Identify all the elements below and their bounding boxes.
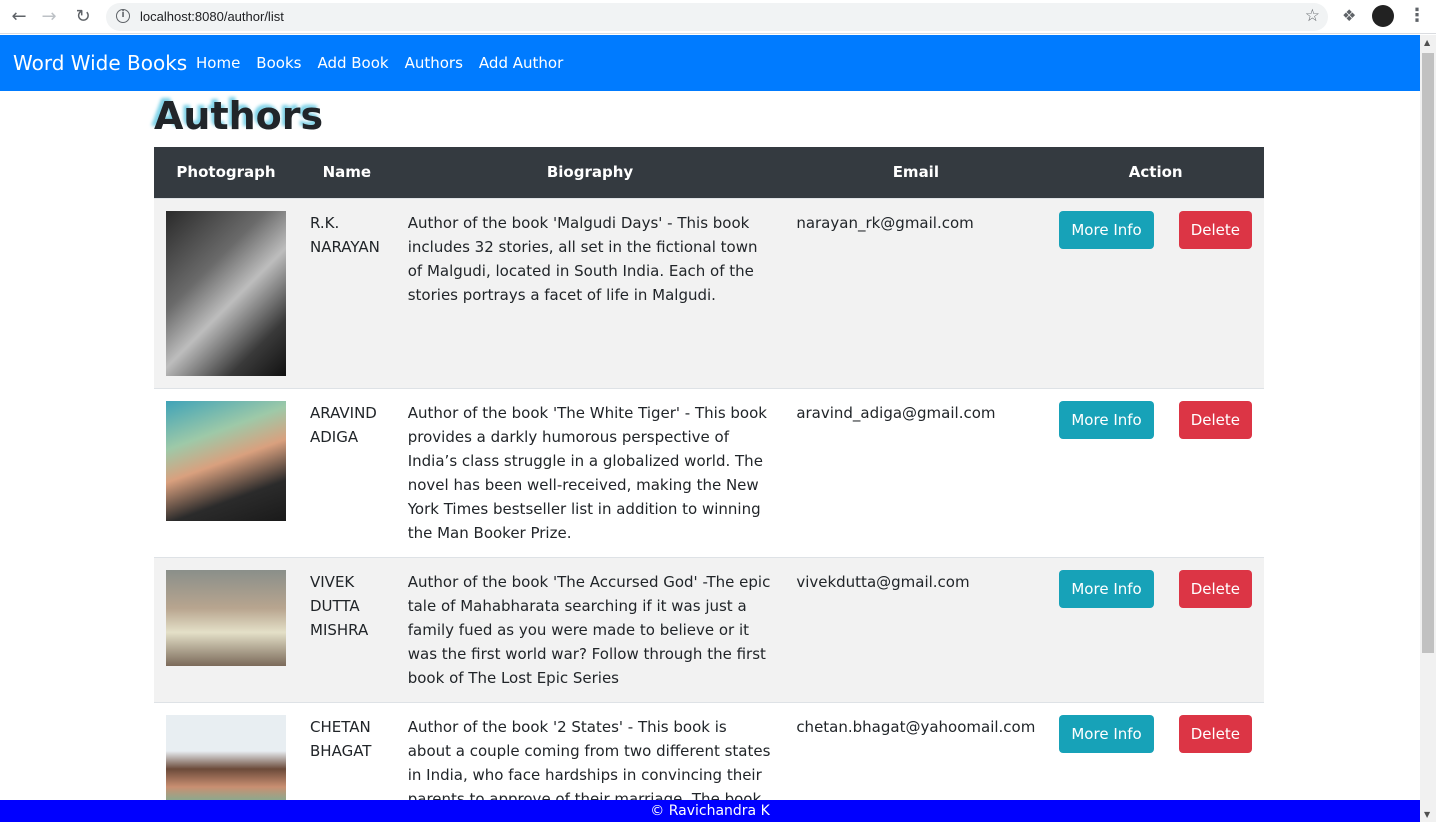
navbar-links: Home Books Add Book Authors Add Author bbox=[196, 54, 579, 72]
nav-link-add-book[interactable]: Add Book bbox=[317, 54, 388, 72]
author-email: narayan_rk@gmail.com bbox=[784, 197, 1048, 388]
more-info-button[interactable]: More Info bbox=[1059, 400, 1154, 439]
header-name: Name bbox=[298, 147, 396, 198]
action-cell: More Info Delete bbox=[1047, 387, 1264, 557]
forward-arrow-icon[interactable]: → bbox=[38, 6, 60, 28]
author-name: R.K. NARAYAN bbox=[298, 197, 396, 388]
author-email: chetan.bhagat@yahoomail.com bbox=[784, 701, 1048, 800]
more-info-button[interactable]: More Info bbox=[1059, 714, 1154, 753]
table-row: VIVEK DUTTA MISHRA Author of the book 'T… bbox=[154, 556, 1264, 702]
address-url[interactable]: localhost:8080/author/list bbox=[140, 9, 284, 24]
author-name: ARAVIND ADIGA bbox=[298, 387, 396, 557]
browser-toolbar: ← → ↻ i localhost:8080/author/list ☆ ❖ ⋮ bbox=[0, 0, 1436, 34]
delete-button[interactable]: Delete bbox=[1178, 400, 1252, 439]
table-row: ARAVIND ADIGA Author of the book 'The Wh… bbox=[154, 387, 1264, 557]
table-row: CHETAN BHAGAT Author of the book '2 Stat… bbox=[154, 701, 1264, 800]
table-header-row: Photograph Name Biography Email Action bbox=[154, 147, 1264, 198]
author-photo bbox=[166, 714, 286, 800]
action-cell: More Info Delete bbox=[1047, 556, 1264, 702]
photo-cell bbox=[154, 556, 298, 702]
header-email: Email bbox=[784, 147, 1048, 198]
reload-icon[interactable]: ↻ bbox=[72, 6, 94, 28]
author-biography: Author of the book 'The White Tiger' - T… bbox=[395, 387, 785, 557]
scroll-up-arrow-icon[interactable]: ▲ bbox=[1424, 38, 1430, 47]
author-biography: Author of the book '2 States' - This boo… bbox=[395, 701, 785, 800]
action-cell: More Info Delete bbox=[1047, 197, 1264, 388]
back-arrow-icon[interactable]: ← bbox=[8, 6, 30, 28]
photo-cell bbox=[154, 701, 298, 800]
more-info-button[interactable]: More Info bbox=[1059, 210, 1154, 249]
page-scrollbar[interactable]: ▲ ▼ bbox=[1420, 35, 1436, 822]
scroll-thumb[interactable] bbox=[1422, 53, 1434, 653]
authors-table-container: Photograph Name Biography Email Action R… bbox=[154, 147, 1264, 800]
address-bar[interactable]: i localhost:8080/author/list ☆ bbox=[106, 3, 1328, 31]
author-email: vivekdutta@gmail.com bbox=[784, 556, 1048, 702]
bookmark-star-icon[interactable]: ☆ bbox=[1305, 6, 1320, 26]
header-action: Action bbox=[1047, 147, 1264, 198]
authors-table: Photograph Name Biography Email Action R… bbox=[154, 147, 1264, 800]
author-name: CHETAN BHAGAT bbox=[298, 701, 396, 800]
browser-menu-icon[interactable]: ⋮ bbox=[1408, 5, 1426, 26]
author-biography: Author of the book 'The Accursed God' -T… bbox=[395, 556, 785, 702]
nav-link-home[interactable]: Home bbox=[196, 54, 240, 72]
author-biography: Author of the book 'Malgudi Days' - This… bbox=[395, 197, 785, 388]
nav-link-add-author[interactable]: Add Author bbox=[479, 54, 563, 72]
header-photograph: Photograph bbox=[154, 147, 298, 198]
extensions-puzzle-icon[interactable]: ❖ bbox=[1342, 6, 1356, 25]
author-photo bbox=[166, 210, 286, 376]
page-footer: © Ravichandra K bbox=[0, 800, 1420, 822]
site-navbar: Word Wide Books Home Books Add Book Auth… bbox=[0, 35, 1420, 91]
header-biography: Biography bbox=[395, 147, 785, 198]
author-email: aravind_adiga@gmail.com bbox=[784, 387, 1048, 557]
author-name: VIVEK DUTTA MISHRA bbox=[298, 556, 396, 702]
more-info-button[interactable]: More Info bbox=[1059, 569, 1154, 608]
table-row: R.K. NARAYAN Author of the book 'Malgudi… bbox=[154, 197, 1264, 388]
scroll-down-arrow-icon[interactable]: ▼ bbox=[1424, 810, 1430, 819]
delete-button[interactable]: Delete bbox=[1178, 210, 1252, 249]
site-info-icon[interactable]: i bbox=[116, 9, 130, 23]
photo-cell bbox=[154, 387, 298, 557]
page-title: Authors bbox=[154, 94, 324, 138]
navbar-brand[interactable]: Word Wide Books bbox=[13, 51, 187, 75]
photo-cell bbox=[154, 197, 298, 388]
author-photo bbox=[166, 569, 286, 666]
author-photo bbox=[166, 400, 286, 521]
profile-avatar[interactable] bbox=[1372, 5, 1394, 27]
nav-link-books[interactable]: Books bbox=[256, 54, 301, 72]
nav-link-authors[interactable]: Authors bbox=[405, 54, 463, 72]
delete-button[interactable]: Delete bbox=[1178, 714, 1252, 753]
delete-button[interactable]: Delete bbox=[1178, 569, 1252, 608]
action-cell: More Info Delete bbox=[1047, 701, 1264, 800]
